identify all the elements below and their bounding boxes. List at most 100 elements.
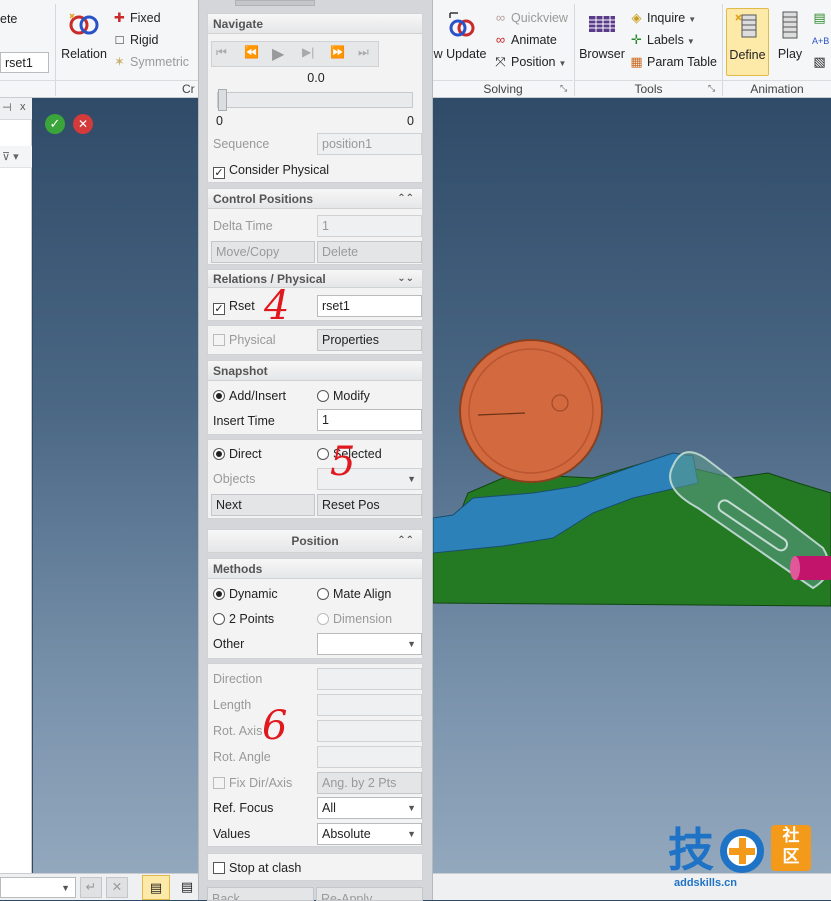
- browser-button[interactable]: Browser: [578, 10, 626, 61]
- anim-tool-2-icon[interactable]: A+B: [812, 30, 830, 50]
- playback-controls: ⏮ ⏪ ▶ ▶| ⏩ ⏭: [211, 41, 379, 67]
- fixed-button[interactable]: ✚ Fixed: [112, 8, 161, 28]
- rset-checkbox[interactable]: ✓ Rset: [213, 295, 255, 317]
- rot-angle-field[interactable]: [317, 746, 422, 768]
- stop-at-clash-checkbox[interactable]: Stop at clash: [213, 857, 301, 879]
- ang-by-2-pts-button[interactable]: Ang. by 2 Pts: [317, 772, 422, 794]
- mate-align-radio[interactable]: Mate Align: [317, 583, 391, 605]
- labels-button[interactable]: ✛ Labels ▼: [629, 30, 695, 50]
- delta-time-field[interactable]: 1: [317, 215, 422, 237]
- selected-radio-icon[interactable]: [317, 448, 329, 460]
- step-forward-icon[interactable]: ▶|: [302, 45, 314, 59]
- tree-filter-row[interactable]: ⊽ ▾: [0, 146, 32, 168]
- solving-launcher-icon[interactable]: ⤡: [560, 83, 570, 93]
- time-slider[interactable]: [217, 89, 413, 111]
- orange-coin-part[interactable]: [459, 339, 603, 483]
- play-icon[interactable]: ▶: [272, 44, 284, 64]
- rset-check-icon[interactable]: ✓: [213, 303, 225, 315]
- insert-time-field[interactable]: 1: [317, 409, 422, 431]
- delete-button[interactable]: Delete: [317, 241, 422, 263]
- animate-button[interactable]: ∞ Animate: [493, 30, 557, 50]
- slider-min: 0: [216, 114, 223, 128]
- param-table-button[interactable]: ▦ Param Table: [629, 52, 717, 72]
- dimension-radio-icon[interactable]: [317, 613, 329, 625]
- step-back-icon[interactable]: ⏪: [244, 45, 259, 59]
- rset-ribbon-field[interactable]: rset1: [0, 52, 49, 73]
- model-tree-header: ⊣ x: [0, 98, 32, 120]
- define-status-icon[interactable]: ▤: [142, 875, 170, 900]
- filter-icon[interactable]: ⊽ ▾: [2, 151, 19, 163]
- dimension-radio[interactable]: Dimension: [317, 608, 392, 630]
- play-button[interactable]: Play: [772, 10, 808, 61]
- rset-field[interactable]: rset1: [317, 295, 422, 317]
- fix-dir-check-icon[interactable]: [213, 777, 225, 789]
- rigid-icon: □: [115, 32, 124, 47]
- collapse-icon[interactable]: ⌃⌃: [397, 189, 414, 209]
- position-section-header[interactable]: Position ⌃⌃: [207, 529, 423, 553]
- anim-tool-3-icon[interactable]: ▧: [812, 52, 830, 72]
- play-status-icon[interactable]: ▤: [178, 875, 196, 900]
- snapshot-section: Snapshot Add/Insert Modify Insert Time 1: [207, 360, 423, 435]
- direct-radio-icon[interactable]: [213, 448, 225, 460]
- add-insert-radio[interactable]: Add/Insert: [213, 385, 286, 407]
- consider-physical-checkbox[interactable]: ✓ Consider Physical: [213, 159, 329, 181]
- sequence-field[interactable]: position1: [317, 133, 422, 155]
- define-button[interactable]: Define: [726, 8, 769, 76]
- rot-axis-field[interactable]: [317, 720, 422, 742]
- values-dropdown[interactable]: Absolute ▼: [317, 823, 422, 845]
- dynamic-radio-icon[interactable]: [213, 588, 225, 600]
- fix-dir-checkbox[interactable]: Fix Dir/Axis: [213, 772, 292, 794]
- dynamic-radio[interactable]: Dynamic: [213, 583, 278, 605]
- ref-focus-dropdown[interactable]: All ▼: [317, 797, 422, 819]
- consider-physical-check-icon[interactable]: ✓: [213, 167, 225, 179]
- symmetric-icon: ✶: [114, 54, 125, 69]
- length-field[interactable]: [317, 694, 422, 716]
- time-slider-thumb[interactable]: [218, 89, 227, 111]
- rigid-button[interactable]: □ Rigid: [112, 30, 159, 50]
- bottom-combo[interactable]: ▼: [0, 877, 76, 898]
- modify-radio-icon[interactable]: [317, 390, 329, 402]
- two-points-radio-icon[interactable]: [213, 613, 225, 625]
- inquire-button[interactable]: ◈ Inquire ▼: [629, 8, 697, 28]
- physical-checkbox[interactable]: Physical: [213, 329, 276, 351]
- update-button[interactable]: w Update: [430, 10, 490, 61]
- fast-forward-icon[interactable]: ⏩: [330, 45, 345, 59]
- expand-icon[interactable]: ⌄⌄: [397, 270, 414, 288]
- stop-at-clash-check-icon[interactable]: [213, 862, 225, 874]
- first-frame-icon[interactable]: ⏮: [216, 45, 227, 60]
- direct-radio[interactable]: Direct: [213, 443, 262, 465]
- accept-check-icon[interactable]: ✓: [45, 114, 65, 134]
- two-points-radio[interactable]: 2 Points: [213, 608, 274, 630]
- modify-radio[interactable]: Modify: [317, 385, 370, 407]
- enter-icon[interactable]: ↵: [80, 877, 102, 898]
- move-copy-button[interactable]: Move/Copy: [211, 241, 315, 263]
- properties-button[interactable]: Properties: [317, 329, 422, 351]
- mate-align-radio-icon[interactable]: [317, 588, 329, 600]
- position-button[interactable]: ⤧ Position ▼: [493, 52, 566, 72]
- dialog-grip[interactable]: [235, 0, 315, 6]
- back-button[interactable]: Back: [207, 887, 314, 901]
- relations-physical-header[interactable]: Relations / Physical ⌄⌄: [208, 270, 422, 288]
- collapse-icon[interactable]: ⌃⌃: [397, 530, 414, 552]
- watermark-logo: 技 社 区 addskills.cn: [668, 825, 818, 895]
- control-positions-header[interactable]: Control Positions ⌃⌃: [208, 189, 422, 209]
- ribbon-partial-label[interactable]: ete: [0, 9, 17, 29]
- physical-check-icon[interactable]: [213, 334, 225, 346]
- anim-tool-1-icon[interactable]: ▤: [812, 8, 830, 28]
- reset-pos-button[interactable]: Reset Pos: [317, 494, 422, 516]
- clear-icon[interactable]: ✕: [106, 877, 128, 898]
- other-dropdown[interactable]: ▼: [317, 633, 422, 655]
- last-frame-icon[interactable]: ⏭: [358, 45, 369, 60]
- quickview-button[interactable]: ∞ Quickview: [493, 8, 568, 28]
- next-button[interactable]: Next: [211, 494, 315, 516]
- re-apply-button[interactable]: Re-Apply: [316, 887, 423, 901]
- close-pane-icon[interactable]: x: [20, 101, 26, 113]
- chevron-down-icon: ▼: [407, 474, 416, 484]
- tools-launcher-icon[interactable]: ⤡: [708, 83, 718, 93]
- pin-icon[interactable]: ⊣: [2, 101, 12, 114]
- direction-field[interactable]: [317, 668, 422, 690]
- cancel-x-icon[interactable]: ✕: [73, 114, 93, 134]
- add-insert-radio-icon[interactable]: [213, 390, 225, 402]
- relation-button[interactable]: Relation: [60, 10, 108, 61]
- symmetric-button[interactable]: ✶ Symmetric: [112, 52, 189, 72]
